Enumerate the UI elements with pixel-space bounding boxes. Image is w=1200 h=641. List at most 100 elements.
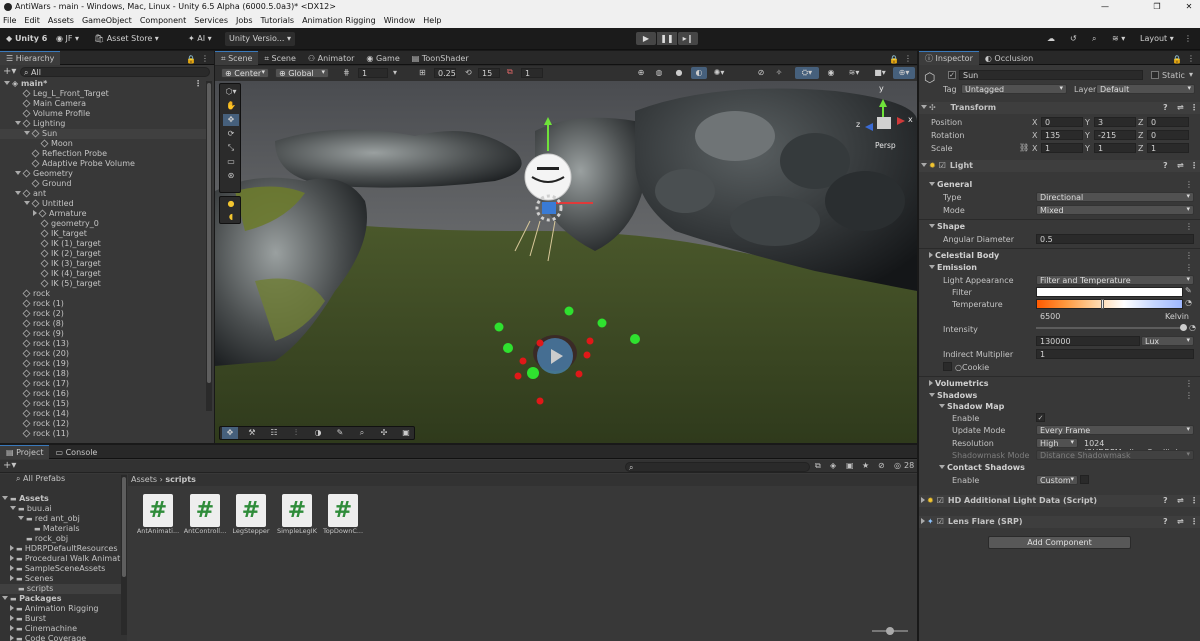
- rotate-snap-icon[interactable]: ⟲: [465, 68, 472, 77]
- hierarchy-item[interactable]: Ground: [0, 179, 206, 189]
- project-folder-item[interactable]: ▬ Burst: [0, 614, 121, 624]
- hierarchy-item[interactable]: rock: [0, 289, 206, 299]
- contrast-icon[interactable]: ◑: [310, 427, 326, 439]
- shadow-map-section[interactable]: Shadow Map: [939, 402, 1004, 411]
- fold-arrow-icon[interactable]: [10, 605, 14, 611]
- minimize-button[interactable]: —: [1098, 0, 1112, 14]
- favorites-item[interactable]: ⌕ All Prefabs: [0, 474, 127, 484]
- space-dropdown[interactable]: ⊕ Global: [275, 68, 329, 78]
- menu-help[interactable]: Help: [423, 16, 441, 25]
- hierarchy-item[interactable]: Reflection Probe: [0, 149, 206, 159]
- persp-label[interactable]: Persp: [875, 141, 896, 150]
- light-tool-icon[interactable]: ●: [223, 198, 239, 210]
- account-dropdown[interactable]: ◉ JF ▾: [52, 32, 83, 46]
- paint-icon[interactable]: ✎: [332, 427, 348, 439]
- menu-file[interactable]: File: [3, 16, 16, 25]
- hierarchy-item[interactable]: IK (1)_target: [0, 239, 206, 249]
- tab-game[interactable]: ◉ Game: [360, 52, 405, 66]
- hierarchy-scrollbar[interactable]: [206, 81, 212, 411]
- fold-arrow-icon[interactable]: [24, 201, 30, 205]
- help-icon[interactable]: ?: [1163, 160, 1168, 172]
- fx-icon[interactable]: ✧: [771, 67, 787, 79]
- section-menu-icon[interactable]: ⋮: [1185, 391, 1193, 400]
- hidden-icon[interactable]: ⊘: [878, 461, 885, 470]
- fold-arrow-icon[interactable]: [24, 131, 30, 135]
- tab-inspector[interactable]: ⓘ Inspector: [919, 51, 979, 65]
- light-appearance-dropdown[interactable]: Filter and Temperature: [1036, 275, 1194, 285]
- lock-icon[interactable]: 🔒: [1172, 53, 1182, 67]
- angular-diameter-field[interactable]: 0.5: [1036, 234, 1194, 244]
- fold-arrow-icon[interactable]: [10, 625, 14, 631]
- history-icon[interactable]: ↺: [1066, 32, 1081, 46]
- component-menu-icon[interactable]: ⋮: [1190, 102, 1198, 114]
- fold-arrow-icon[interactable]: [10, 575, 14, 581]
- panel-menu-icon[interactable]: ⋮: [201, 52, 209, 66]
- tab-scene[interactable]: ⌗ Scene: [215, 51, 259, 65]
- menu-services[interactable]: Services: [194, 16, 228, 25]
- breadcrumb-assets[interactable]: Assets: [131, 475, 157, 484]
- fold-arrow-icon[interactable]: [10, 565, 14, 571]
- fold-arrow-icon[interactable]: [2, 596, 8, 600]
- menu-tutorials[interactable]: Tutorials: [261, 16, 295, 25]
- transform-tool-icon[interactable]: ⊛: [223, 170, 239, 182]
- step-button[interactable]: ▸❙: [678, 32, 698, 45]
- section-menu-icon[interactable]: ⋮: [1185, 180, 1193, 189]
- version-control-button[interactable]: Unity Versio... ▾: [225, 32, 295, 46]
- tab-project[interactable]: ▤ Project: [0, 445, 50, 459]
- asset-store-button[interactable]: 🛍 Asset Store ▾: [90, 32, 163, 46]
- hd-enabled-checkbox[interactable]: ☑: [937, 496, 944, 505]
- active-checkbox[interactable]: ✓: [948, 71, 956, 79]
- filter-icon[interactable]: ▣: [846, 461, 854, 470]
- rect-tool-icon[interactable]: ▭: [223, 156, 239, 168]
- layers-vis-icon[interactable]: ≋▾: [843, 67, 865, 79]
- tab-occlusion[interactable]: ◐ Occlusion: [979, 52, 1039, 66]
- project-folder-item[interactable]: ▬ HDRPDefaultResources: [0, 544, 121, 554]
- project-folder-item[interactable]: ▬ Animation Rigging: [0, 604, 121, 614]
- panel-menu-icon[interactable]: ⋮: [904, 52, 912, 66]
- constrain-scale-icon[interactable]: ⛓: [1019, 143, 1029, 152]
- tools-menu-icon[interactable]: ⬡▾: [223, 86, 239, 98]
- intensity-field[interactable]: 130000: [1036, 336, 1140, 346]
- hierarchy-item[interactable]: geometry_0: [0, 219, 206, 229]
- project-folder-item[interactable]: ▬ Cinemachine: [0, 624, 121, 634]
- hierarchy-item[interactable]: rock (20): [0, 349, 206, 359]
- lighting-toggle-icon[interactable]: ✺▾: [711, 67, 727, 79]
- scene-root[interactable]: ◈ main* ⋮: [0, 79, 206, 89]
- grid-icon[interactable]: ⋕: [343, 68, 350, 77]
- emission-section[interactable]: Emission: [929, 263, 977, 272]
- layout-dropdown[interactable]: Layout ▾: [1136, 32, 1178, 46]
- component-menu-icon[interactable]: ⋮: [1190, 495, 1198, 507]
- maximize-button[interactable]: ❐: [1150, 0, 1164, 14]
- layers-icon[interactable]: ≋ ▾: [1108, 32, 1129, 46]
- hierarchy-item[interactable]: ant: [0, 189, 206, 199]
- shading-shaded-icon[interactable]: ◐: [691, 67, 707, 79]
- section-menu-icon[interactable]: ⋮: [1185, 222, 1193, 231]
- hd-light-data-header[interactable]: ✹ ☑ HD Additional Light Data (Script) ? ⇌ ⋮: [919, 495, 1200, 507]
- project-folder-item[interactable]: ▬ Code Coverage: [0, 634, 121, 641]
- fold-arrow-icon[interactable]: [10, 545, 14, 551]
- cloud-icon[interactable]: ☁: [1043, 32, 1059, 46]
- position-y-field[interactable]: 3: [1094, 117, 1136, 127]
- hand-tool-icon[interactable]: ✋: [223, 100, 239, 112]
- fold-arrow-icon[interactable]: [2, 496, 8, 500]
- scale-snap-field[interactable]: 1: [521, 68, 543, 78]
- component-menu-icon[interactable]: ⋮: [1190, 160, 1198, 172]
- hierarchy-item[interactable]: rock (13): [0, 339, 206, 349]
- project-search-input[interactable]: ⌕: [625, 462, 810, 472]
- icon-size-slider[interactable]: [872, 627, 908, 635]
- tab-console[interactable]: ▭ Console: [49, 446, 103, 460]
- hierarchy-item[interactable]: rock (1): [0, 299, 206, 309]
- project-folder-item[interactable]: ▬ rock_obj: [0, 534, 121, 544]
- static-checkbox[interactable]: [1151, 71, 1159, 79]
- fold-arrow-icon[interactable]: [15, 121, 21, 125]
- preset-icon[interactable]: ⇌: [1177, 495, 1184, 507]
- eyedropper-icon[interactable]: ✎: [1185, 286, 1192, 295]
- hierarchy-item[interactable]: rock (12): [0, 419, 206, 429]
- tab-hierarchy[interactable]: ☰ Hierarchy: [0, 51, 61, 65]
- visibility-icon[interactable]: ◉: [823, 67, 839, 79]
- static-dropdown-icon[interactable]: ▾: [1189, 70, 1193, 79]
- lens-flare-header[interactable]: ✦ ☑ Lens Flare (SRP) ? ⇌ ⋮: [919, 516, 1200, 528]
- lock-icon[interactable]: 🔒: [186, 53, 196, 67]
- gizmos-icon[interactable]: ⊕▾: [893, 67, 915, 79]
- hierarchy-item[interactable]: IK (4)_target: [0, 269, 206, 279]
